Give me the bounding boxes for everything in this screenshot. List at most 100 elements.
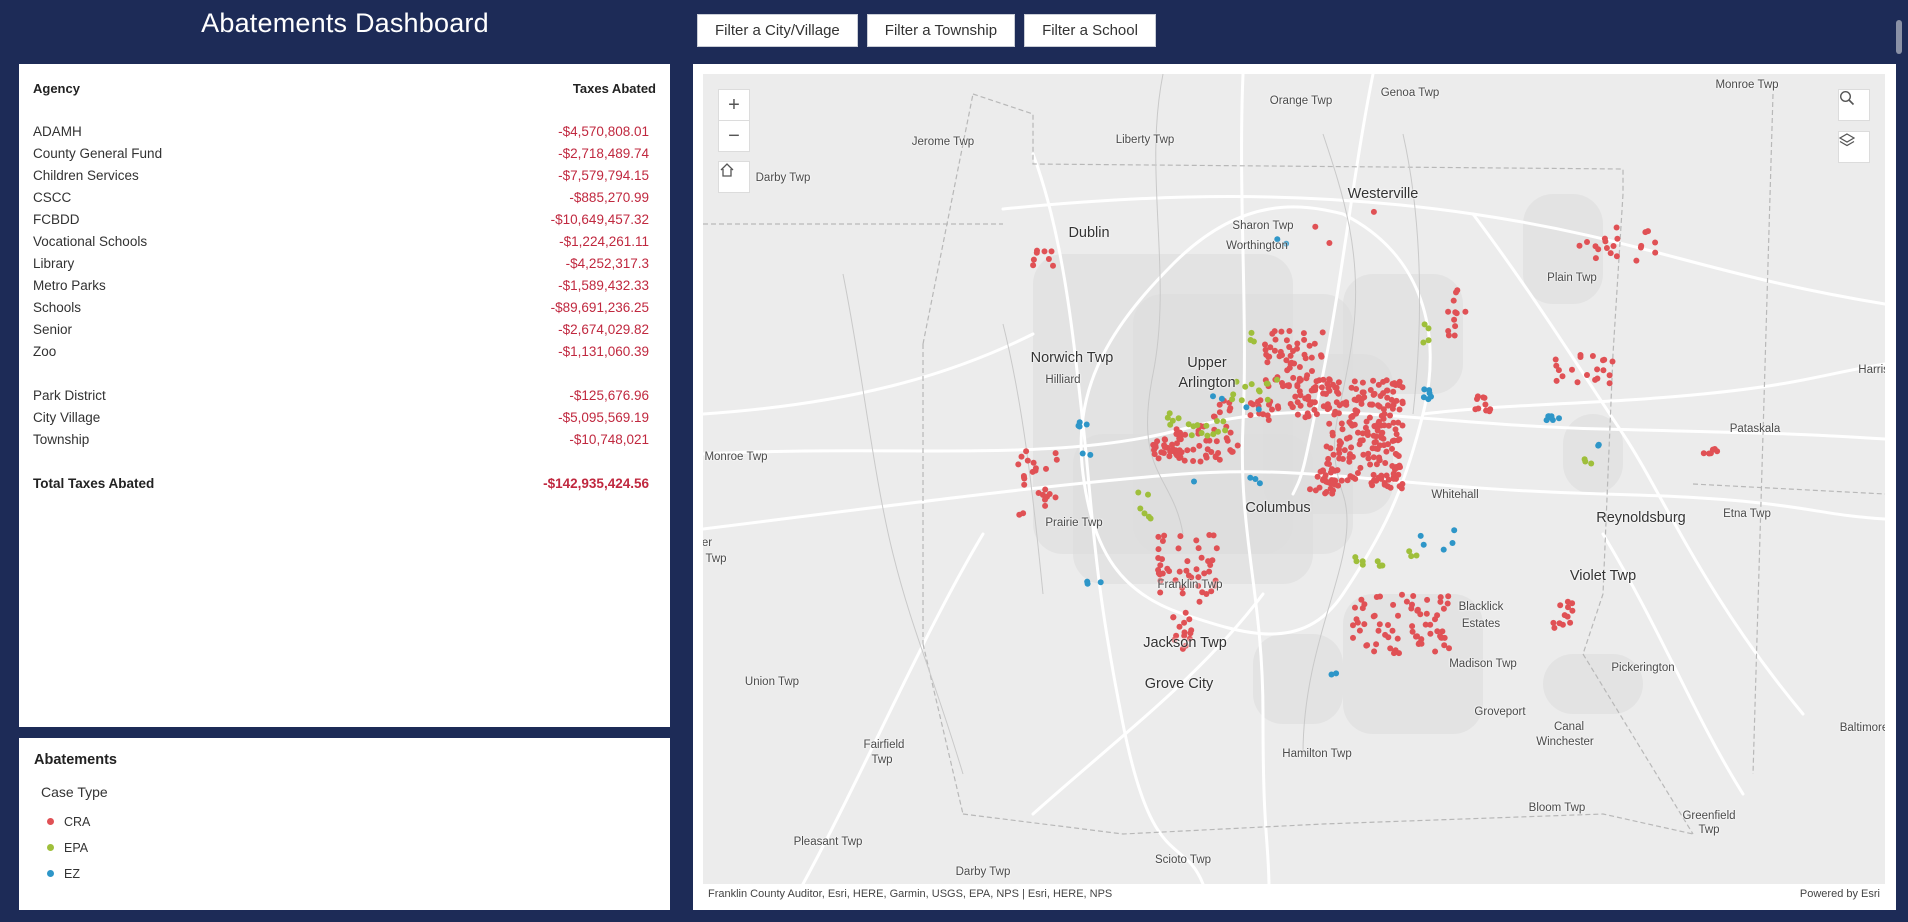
- abatement-point[interactable]: [1213, 545, 1220, 552]
- abatement-point[interactable]: [1378, 475, 1385, 482]
- abatement-point[interactable]: [1613, 224, 1620, 231]
- abatement-point[interactable]: [1370, 377, 1377, 384]
- abatement-point[interactable]: [1344, 477, 1351, 484]
- abatement-point[interactable]: [1395, 453, 1402, 459]
- abatement-point[interactable]: [1396, 406, 1403, 413]
- abatement-point[interactable]: [1613, 253, 1620, 260]
- abatement-point[interactable]: [1379, 562, 1386, 569]
- abatement-point[interactable]: [1553, 362, 1560, 369]
- abatement-point[interactable]: [1385, 476, 1392, 483]
- abatement-point[interactable]: [1553, 377, 1560, 384]
- abatement-point[interactable]: [1161, 532, 1168, 539]
- abatement-point[interactable]: [1359, 558, 1366, 565]
- abatement-point[interactable]: [1326, 420, 1333, 427]
- abatement-point[interactable]: [1262, 341, 1268, 348]
- abatement-point[interactable]: [1184, 558, 1191, 565]
- abatement-point[interactable]: [1357, 437, 1364, 444]
- abatement-point[interactable]: [1318, 353, 1325, 360]
- abatement-point[interactable]: [1179, 590, 1186, 597]
- abatement-point[interactable]: [1389, 463, 1396, 469]
- abatement-point[interactable]: [1196, 442, 1203, 449]
- abatement-point[interactable]: [1449, 540, 1456, 546]
- abatement-point[interactable]: [1286, 328, 1293, 334]
- abatement-point[interactable]: [1421, 386, 1428, 393]
- abatement-point[interactable]: [1361, 621, 1368, 628]
- abatement-point[interactable]: [1193, 566, 1200, 573]
- abatement-point[interactable]: [1565, 604, 1571, 611]
- abatement-point[interactable]: [1364, 642, 1371, 649]
- abatement-point[interactable]: [1610, 243, 1617, 249]
- abatement-point[interactable]: [1389, 627, 1396, 634]
- abatement-point[interactable]: [1557, 602, 1564, 609]
- abatement-point[interactable]: [1264, 359, 1271, 366]
- home-button[interactable]: [718, 161, 750, 193]
- abatement-point[interactable]: [1176, 623, 1183, 630]
- abatement-point[interactable]: [1079, 450, 1086, 457]
- abatement-point[interactable]: [1283, 357, 1290, 364]
- abatement-point[interactable]: [1385, 441, 1391, 448]
- abatement-point[interactable]: [1370, 454, 1377, 461]
- abatement-point[interactable]: [1574, 379, 1581, 386]
- abatement-point[interactable]: [1181, 619, 1188, 626]
- abatement-point[interactable]: [1365, 455, 1372, 462]
- abatement-point[interactable]: [1474, 396, 1480, 402]
- abatement-point[interactable]: [1229, 448, 1236, 455]
- abatement-point[interactable]: [1162, 436, 1169, 443]
- abatement-point[interactable]: [1376, 456, 1383, 463]
- abatement-point[interactable]: [1313, 411, 1320, 418]
- filter-school-button[interactable]: Filter a School: [1024, 14, 1156, 47]
- abatement-point[interactable]: [1159, 570, 1166, 577]
- abatement-point[interactable]: [1347, 420, 1354, 427]
- abatement-point[interactable]: [1247, 337, 1254, 343]
- abatement-point[interactable]: [1606, 372, 1613, 379]
- abatement-point[interactable]: [1413, 633, 1419, 640]
- abatement-point[interactable]: [1193, 537, 1200, 544]
- abatement-point[interactable]: [1214, 418, 1220, 424]
- abatement-point[interactable]: [1446, 645, 1452, 652]
- abatement-point[interactable]: [1188, 432, 1195, 439]
- abatement-point[interactable]: [1348, 384, 1355, 391]
- abatement-point[interactable]: [1371, 612, 1378, 619]
- abatement-point[interactable]: [1185, 572, 1192, 579]
- map-view[interactable]: Orange Twp Genoa Twp Monroe Twp Jerome Twp L…: [703, 74, 1885, 884]
- abatement-point[interactable]: [1389, 445, 1395, 452]
- abatement-point[interactable]: [1384, 387, 1391, 394]
- abatement-point[interactable]: [1359, 389, 1366, 396]
- abatement-point[interactable]: [1351, 396, 1358, 403]
- abatement-point[interactable]: [1550, 619, 1557, 626]
- abatement-point[interactable]: [1483, 407, 1490, 414]
- abatement-point[interactable]: [1363, 418, 1370, 425]
- abatement-point[interactable]: [1154, 438, 1161, 445]
- abatement-point[interactable]: [1706, 450, 1713, 457]
- abatement-point[interactable]: [1203, 422, 1210, 429]
- abatement-point[interactable]: [1445, 308, 1452, 315]
- abatement-point[interactable]: [1385, 402, 1391, 409]
- abatement-point[interactable]: [1338, 420, 1345, 427]
- abatement-point[interactable]: [1420, 339, 1427, 346]
- abatement-point[interactable]: [1308, 354, 1315, 361]
- abatement-point[interactable]: [1330, 451, 1337, 458]
- abatement-point[interactable]: [1371, 648, 1378, 655]
- abatement-point[interactable]: [1084, 578, 1091, 585]
- abatement-point[interactable]: [1032, 465, 1039, 472]
- abatement-point[interactable]: [1294, 345, 1300, 352]
- abatement-point[interactable]: [1385, 622, 1391, 628]
- abatement-point[interactable]: [1210, 431, 1217, 438]
- abatement-point[interactable]: [1440, 605, 1447, 612]
- abatement-point[interactable]: [1338, 439, 1344, 446]
- abatement-point[interactable]: [1213, 438, 1220, 445]
- abatement-point[interactable]: [1399, 422, 1406, 429]
- zoom-in-button[interactable]: +: [718, 89, 750, 121]
- abatement-point[interactable]: [1381, 481, 1388, 488]
- abatement-point[interactable]: [1164, 414, 1171, 421]
- abatement-point[interactable]: [1452, 323, 1459, 330]
- abatement-point[interactable]: [1307, 486, 1313, 493]
- abatement-point[interactable]: [1182, 609, 1189, 616]
- abatement-point[interactable]: [1330, 381, 1336, 388]
- abatement-point[interactable]: [1367, 387, 1374, 393]
- abatement-point[interactable]: [1278, 328, 1285, 335]
- abatement-point[interactable]: [1652, 249, 1659, 256]
- abatement-point[interactable]: [1252, 476, 1259, 482]
- abatement-point[interactable]: [1290, 374, 1297, 381]
- abatement-point[interactable]: [1170, 614, 1177, 621]
